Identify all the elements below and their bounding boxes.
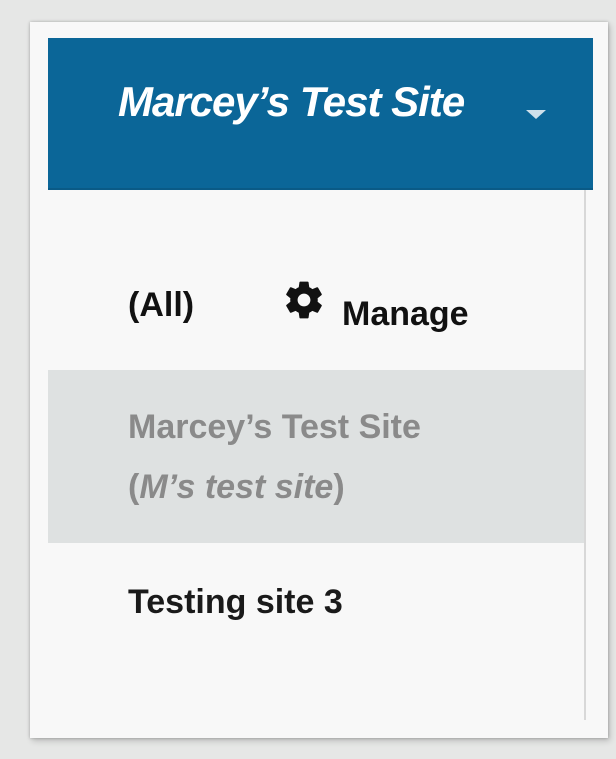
site-item-testing-site-3[interactable]: Testing site 3	[48, 543, 584, 653]
site-switcher-header[interactable]: Marcey’s Test Site	[48, 38, 593, 190]
manage-link[interactable]: Manage	[282, 278, 469, 333]
all-sites-link[interactable]: (All)	[128, 286, 194, 325]
manage-label: Manage	[342, 295, 469, 333]
menu-actions-row: (All) Manage	[48, 190, 584, 370]
site-item-name: Testing site 3	[128, 583, 343, 621]
chevron-down-icon[interactable]	[526, 110, 546, 119]
site-item-subtitle: (M’s test site)	[128, 468, 345, 507]
current-site-title: Marcey’s Test Site	[118, 78, 465, 125]
menu-right-border	[584, 190, 586, 720]
site-dropdown-menu: (All) Manage Marcey’s Test Site (M’s tes…	[48, 190, 584, 720]
gear-icon	[286, 281, 322, 319]
site-item-marceys-test-site[interactable]: Marcey’s Test Site (M’s test site)	[48, 370, 584, 543]
site-item-name: Marcey’s Test Site	[128, 408, 421, 446]
subtitle-open-paren: (	[128, 468, 140, 506]
subtitle-italic: M’s test site	[139, 468, 334, 506]
subtitle-close-paren: )	[333, 468, 345, 506]
